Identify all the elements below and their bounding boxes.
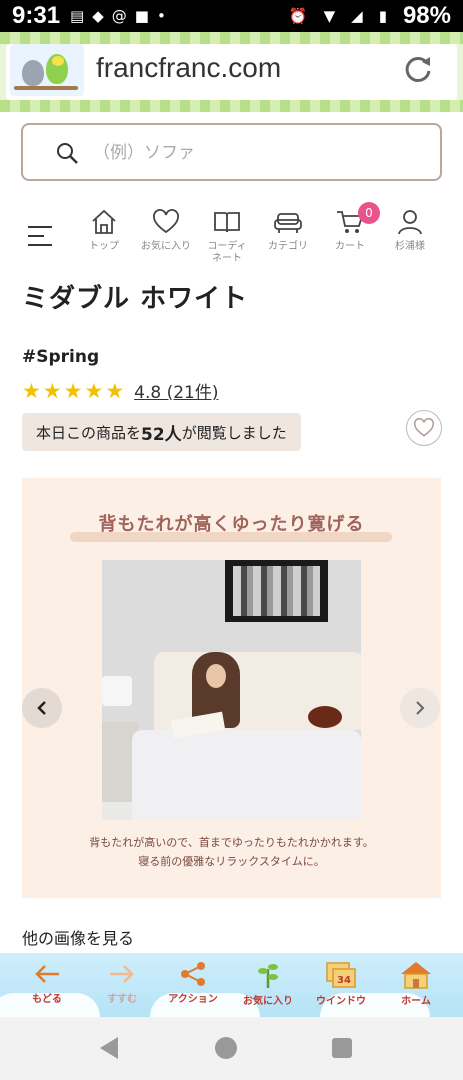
nav-item-favorites[interactable]: お気に入り [136,208,196,253]
menu-icon[interactable] [28,226,52,248]
window-count: 34 [337,975,351,986]
heart-icon [153,209,179,234]
nav-label-coordinate: コーディ ネート [207,241,247,264]
toolbar-label-home: ホーム [401,996,431,1007]
views-text-post: が閲覧しました [181,423,287,442]
star-icon: ★ [105,378,125,403]
browser-toolbar: もどる すすむ アクション お気に入り 34 ウインドウ ホーム [0,953,463,1017]
system-back-icon[interactable] [100,1037,118,1059]
more-images-link[interactable]: 他の画像を見る [22,925,134,949]
heart-icon [413,418,435,437]
nav-item-coordinate[interactable]: コーディ ネート [197,208,257,264]
star-icon: ★ [63,378,83,403]
home-icon [92,209,116,234]
product-title: ミダブル ホワイト [22,284,249,314]
toolbar-label-forward: すすむ [107,994,137,1005]
site-nav: トップ お気に入り コーディ ネート カテゴリ 0 カート 杉浦様 [0,200,463,272]
product-rating: ★ ★ ★ ★ ★ 4.8 (21件) [22,378,218,404]
gallery-next-button[interactable] [400,688,440,728]
caption-line-2: 寝る前の優雅なリラックスタイムに。 [138,854,325,868]
url-text[interactable]: francfranc.com [96,52,281,84]
threads-icon: @ [111,7,127,25]
battery-percent: 98% [402,2,451,29]
birds-icon [10,44,84,96]
search-input[interactable] [93,139,423,167]
views-banner: 本日この商品を 52人 が閲覧しました [22,413,301,451]
nav-label-cart: カート [335,241,365,252]
star-icon: ★ [22,378,41,403]
toolbar-windows-button[interactable]: 34 ウインドウ [306,961,376,1007]
nav-item-cart[interactable]: 0 カート [320,202,380,253]
toolbar-label-bookmarks: お気に入り [243,996,293,1007]
rating-link[interactable]: 4.8 (21件) [134,378,218,403]
nav-item-top[interactable]: トップ [74,208,134,253]
product-gallery: 背もたれが高くゆったり寛げる 背もたれが高いので、首までゆったりもたれかかれます… [22,478,441,898]
toolbar-home-button[interactable]: ホーム [381,961,451,1007]
nav-item-account[interactable]: 杉浦様 [380,208,440,253]
gallery-headline: 背もたれが高くゆったり寛げる [98,514,365,535]
favorite-button[interactable] [406,410,442,446]
status-bar: 9:31 ▤ ◆ @ ■ • ⏰ ▼ ◢ ▮ 98% [0,0,463,32]
bookmark-plant-icon [258,964,278,988]
system-navigation-bar [0,1017,463,1080]
battery-icon: ▮ [378,7,387,25]
search-box[interactable] [21,123,442,181]
toolbar-label-windows: ウインドウ [316,996,366,1007]
toolbar-back-button[interactable]: もどる [12,961,82,1005]
product-tag[interactable]: #Spring [22,347,99,367]
dot-icon: • [156,7,166,25]
star-icon: ★ [42,378,62,403]
cart-badge: 0 [358,202,380,224]
views-text-pre: 本日この商品を [36,423,142,442]
app-icon: ◆ [92,7,104,25]
status-time: 9:31 [12,2,61,29]
alarm-icon: ⏰ [288,7,308,25]
caption-line-1: 背もたれが高いので、首までゆったりもたれかかれます。 [89,836,374,849]
product-photo [102,560,361,820]
nav-label-favorites: お気に入り [141,241,191,252]
nav-label-account: 杉浦様 [395,241,425,252]
nav-label-top: トップ [89,241,119,252]
star-icon: ★ [84,378,104,403]
chevron-left-icon [37,701,46,715]
leaf-border-top [0,32,463,44]
user-icon [398,210,422,235]
share-icon [181,962,205,986]
home-house-icon [401,962,431,989]
back-arrow-icon [35,965,59,983]
system-home-icon[interactable] [215,1037,237,1059]
nav-item-category[interactable]: カテゴリ [258,208,318,253]
message-icon: ▤ [70,7,85,25]
wifi-icon: ▼ [323,7,336,25]
chevron-right-icon [416,701,425,715]
views-count: 52人 [141,424,182,445]
forward-arrow-icon [110,965,134,983]
toolbar-forward-button[interactable]: すすむ [87,961,157,1005]
toolbar-action-button[interactable]: アクション [158,961,228,1005]
square-icon: ■ [134,7,149,25]
search-icon [57,143,78,164]
leaf-border-bottom [0,100,463,112]
reload-icon[interactable] [403,54,433,84]
window-icon: 34 [326,962,356,988]
browser-address-bar: francfranc.com [0,32,463,112]
toolbar-bookmarks-button[interactable]: お気に入り [233,961,303,1007]
nav-label-category: カテゴリ [268,241,308,252]
book-icon [214,212,240,233]
sofa-icon [274,213,302,233]
signal-icon: ◢ [351,7,363,25]
gallery-prev-button[interactable] [22,688,62,728]
gallery-caption: 背もたれが高いので、首までゆったりもたれかかれます。 寝る前の優雅なリラックスタ… [22,834,441,871]
toolbar-label-back: もどる [32,994,62,1005]
system-recents-icon[interactable] [332,1038,352,1058]
toolbar-label-action: アクション [168,994,218,1005]
